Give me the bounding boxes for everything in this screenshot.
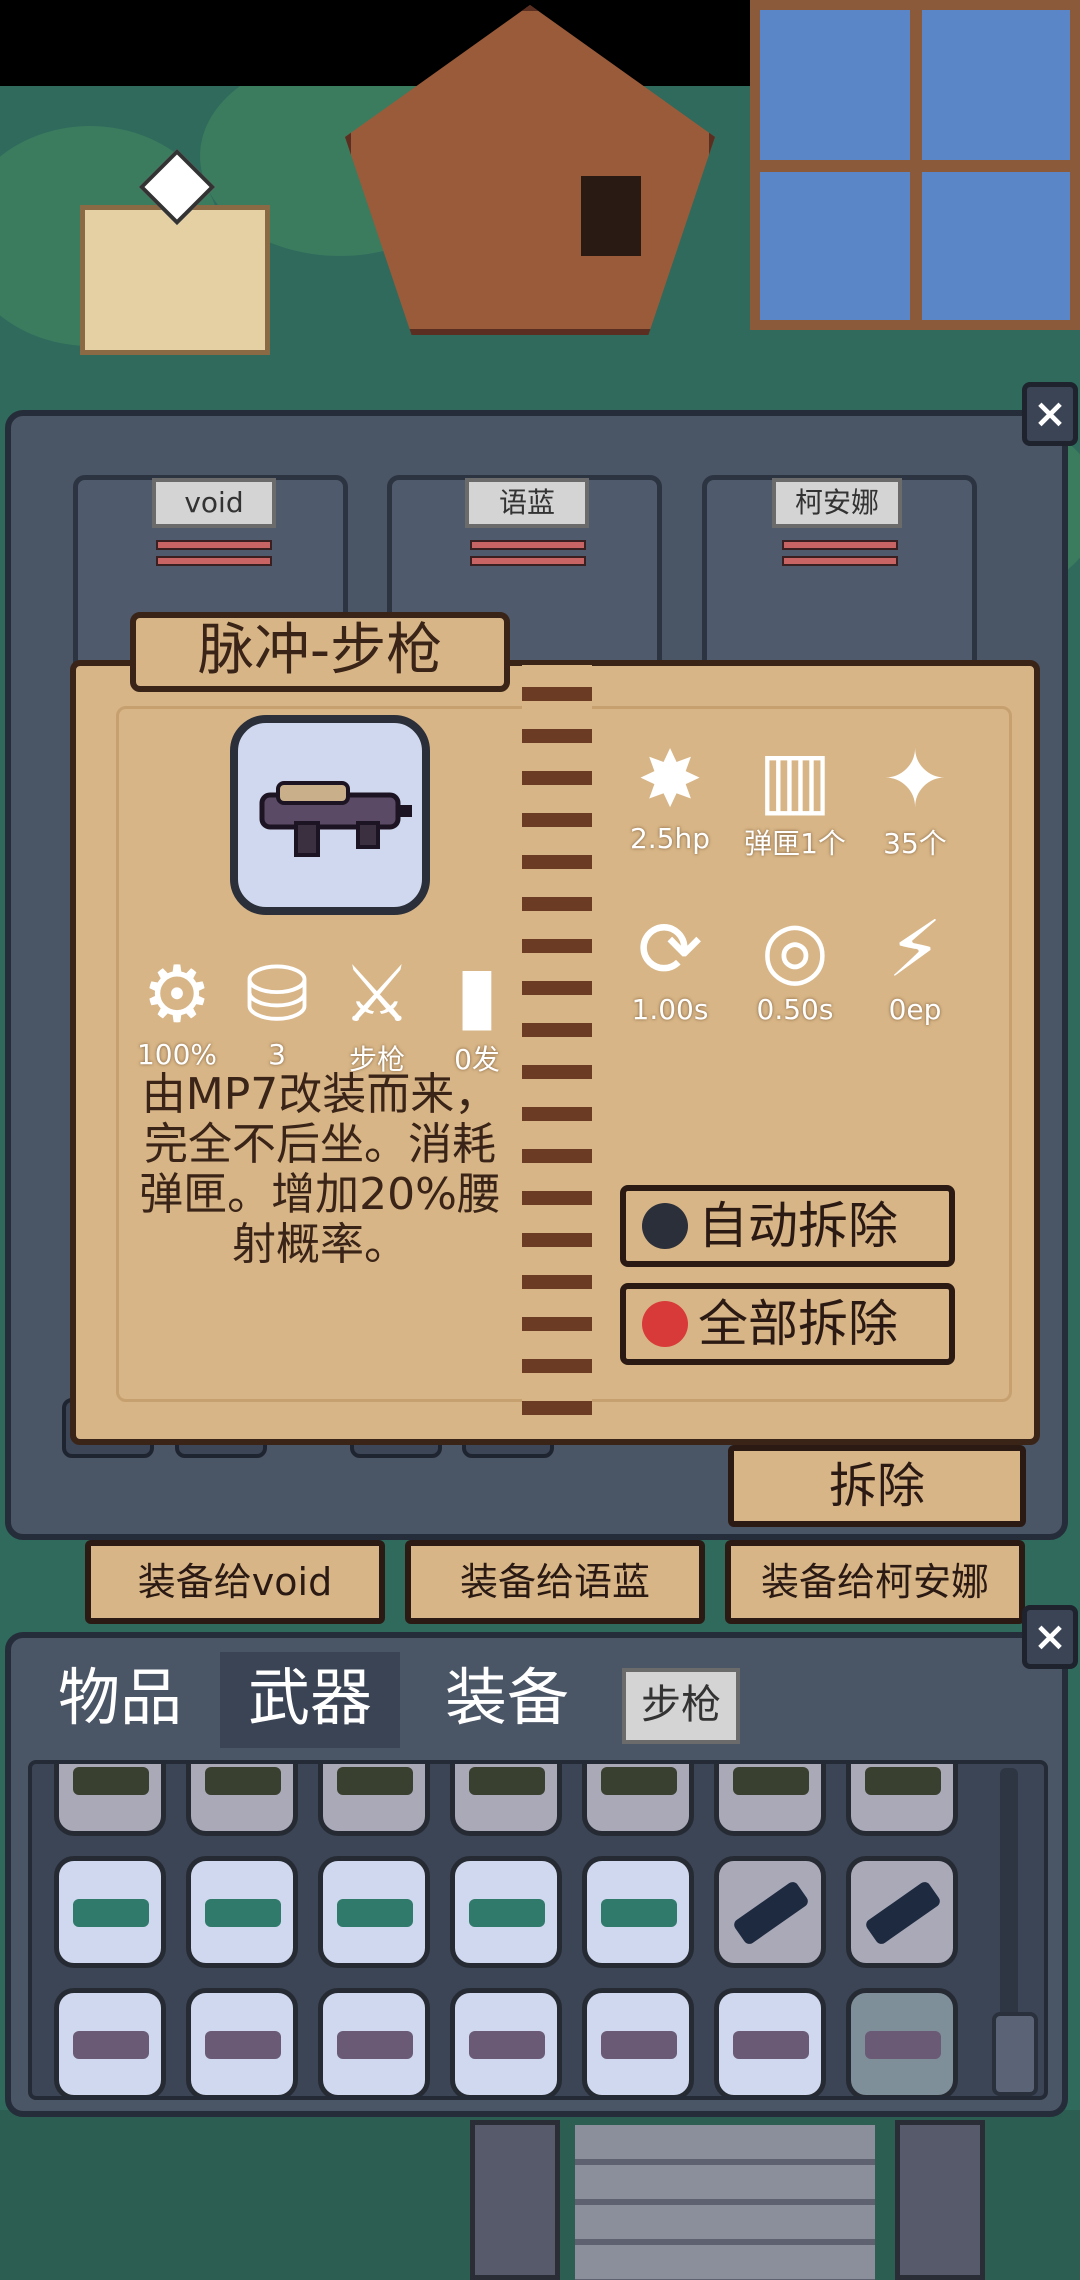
tab-equipment[interactable]: 装备	[412, 1652, 602, 1748]
ammo-icon: ✦	[882, 735, 948, 825]
inventory-slot-dark-rifle[interactable]	[714, 1764, 826, 1836]
energy-cost-value: 0ep	[888, 993, 942, 1026]
auto-remove-button[interactable]: 自动拆除	[620, 1185, 955, 1267]
equip-to-void-button[interactable]: 装备给void	[85, 1540, 385, 1624]
member-name: 柯安娜	[772, 478, 902, 528]
magazine-value: 弹匣1个	[744, 827, 846, 860]
inventory-slot-green-launcher[interactable]	[450, 1856, 562, 1968]
weight-icon: ⛁	[244, 950, 310, 1040]
angry-face-icon	[642, 1301, 688, 1347]
member-name: 语蓝	[465, 478, 589, 528]
remove-button[interactable]: 拆除	[728, 1445, 1026, 1527]
inventory-slot-black-sniper[interactable]	[846, 1856, 958, 1968]
inventory-slot-dark-rifle[interactable]	[186, 1764, 298, 1836]
member-health-bar	[782, 556, 898, 566]
inventory-slot-pulse-rifle[interactable]	[714, 1988, 826, 2096]
inventory-slot-dark-rifle[interactable]	[54, 1764, 166, 1836]
remove-all-label: 全部拆除	[698, 1295, 898, 1353]
glass-house	[750, 0, 1080, 330]
tab-weapons[interactable]: 武器	[220, 1652, 400, 1748]
inventory-slot-pulse-rifle-selected[interactable]	[846, 1988, 958, 2096]
wrench-icon	[642, 1203, 688, 1249]
inventory-slot-green-launcher[interactable]	[318, 1856, 430, 1968]
tent-structure	[345, 5, 715, 335]
supply-crate	[80, 205, 270, 355]
ammo-value: 35个	[883, 827, 947, 860]
inventory-slot-dark-rifle[interactable]	[450, 1764, 562, 1836]
pillar-right	[895, 2120, 985, 2280]
inventory-slot-pulse-rifle[interactable]	[450, 1988, 562, 2096]
member-health-bar	[782, 540, 898, 550]
inventory-slot-green-launcher[interactable]	[582, 1856, 694, 1968]
damage-value: 2.5hp	[629, 822, 711, 855]
inventory-slot-black-sniper[interactable]	[714, 1856, 826, 1968]
weapon-title: 脉冲-步枪	[130, 612, 510, 692]
bullet-icon: ▮	[455, 950, 499, 1040]
aim-icon: ◎	[760, 905, 830, 995]
team-panel-close-button[interactable]: ×	[1022, 382, 1078, 446]
pulse-rifle-icon	[259, 781, 412, 857]
equip-to-yulan-button[interactable]: 装备给语蓝	[405, 1540, 705, 1624]
inventory-grid	[28, 1760, 1048, 2100]
inventory-slot-pulse-rifle[interactable]	[318, 1988, 430, 2096]
scrollbar-thumb[interactable]	[992, 2012, 1038, 2096]
weapon-description: 由MP7改装而来，完全不后坐。消耗弹匣。增加20%腰射概率。	[139, 1069, 501, 1270]
inventory-slot-dark-rifle[interactable]	[318, 1764, 430, 1836]
reload-icon: ⟳	[637, 905, 703, 995]
inventory-slot-dark-rifle[interactable]	[582, 1764, 694, 1836]
inventory-slot-pulse-rifle[interactable]	[54, 1988, 166, 2096]
weapon-type-filter[interactable]: 步枪	[622, 1668, 740, 1744]
stone-stairs	[575, 2125, 875, 2280]
auto-remove-label: 自动拆除	[698, 1197, 898, 1255]
rifle-icon: ⚔	[342, 950, 412, 1040]
member-health-bar	[470, 556, 586, 566]
inventory-slot-dark-rifle[interactable]	[846, 1764, 958, 1836]
member-health-bar	[156, 556, 272, 566]
accuracy-gear-icon: ⚙	[142, 950, 212, 1040]
energy-icon: ⚡	[887, 905, 943, 995]
equip-to-keanna-button[interactable]: 装备给柯安娜	[725, 1540, 1025, 1624]
aim-time-value: 0.50s	[756, 993, 834, 1026]
member-health-bar	[470, 540, 586, 550]
inventory-slot-pulse-rifle[interactable]	[582, 1988, 694, 2096]
weapon-portrait	[230, 715, 430, 915]
member-name: void	[152, 478, 276, 528]
inventory-slot-pulse-rifle[interactable]	[186, 1988, 298, 2096]
reload-time-value: 1.00s	[631, 993, 709, 1026]
tab-items[interactable]: 物品	[35, 1652, 205, 1748]
inventory-slot-green-launcher[interactable]	[186, 1856, 298, 1968]
remove-all-button[interactable]: 全部拆除	[620, 1283, 955, 1365]
member-health-bar	[156, 540, 272, 550]
damage-icon: ✸	[637, 735, 703, 825]
inventory-slot-green-launcher[interactable]	[54, 1856, 166, 1968]
pillar-left	[470, 2120, 560, 2280]
inventory-close-button[interactable]: ×	[1022, 1605, 1078, 1669]
magazine-icon: ▥	[758, 735, 832, 825]
